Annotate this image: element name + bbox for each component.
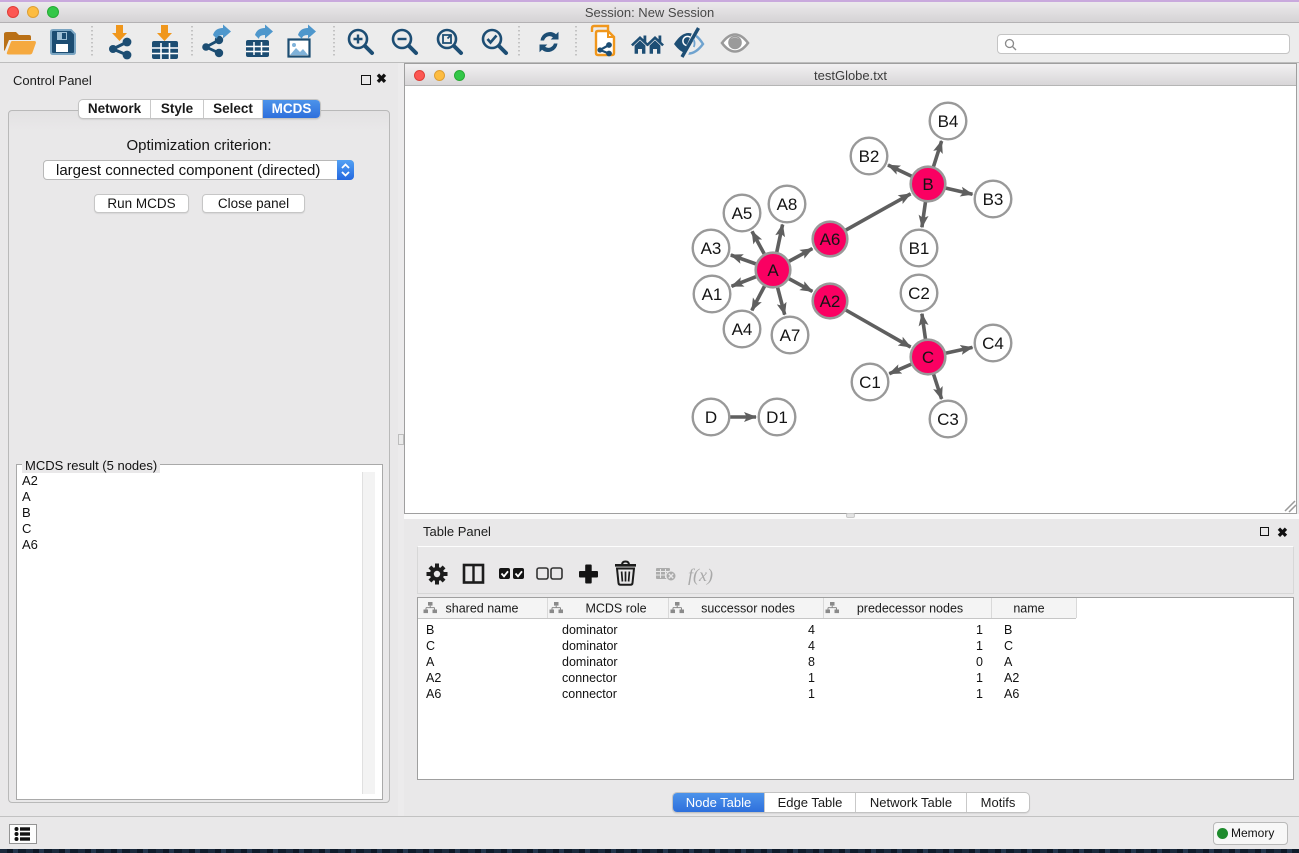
svg-text:C: C [426, 639, 435, 653]
svg-text:4: 4 [808, 639, 815, 653]
svg-text:A6: A6 [426, 687, 441, 701]
svg-text:1: 1 [808, 687, 815, 701]
svg-text:B2: B2 [859, 147, 880, 166]
svg-text:A2: A2 [426, 671, 441, 685]
svg-text:connector: connector [562, 671, 617, 685]
svg-text:1: 1 [808, 671, 815, 685]
svg-text:8: 8 [808, 655, 815, 669]
svg-text:A: A [426, 655, 435, 669]
svg-text:1: 1 [976, 639, 983, 653]
svg-text:f(x): f(x) [688, 565, 713, 586]
svg-text:C: C [1004, 639, 1013, 653]
svg-text:A: A [767, 261, 779, 280]
svg-text:C2: C2 [908, 284, 930, 303]
svg-text:predecessor nodes: predecessor nodes [857, 602, 963, 616]
svg-text:name: name [1013, 602, 1044, 616]
svg-text:B: B [922, 175, 933, 194]
svg-text:B1: B1 [909, 239, 930, 258]
svg-text:B4: B4 [938, 112, 959, 131]
svg-text:dominator: dominator [562, 655, 618, 669]
svg-text:D1: D1 [766, 408, 788, 427]
svg-text:B3: B3 [983, 190, 1004, 209]
svg-text:B: B [1004, 623, 1012, 637]
svg-text:connector: connector [562, 687, 617, 701]
svg-text:A2: A2 [820, 292, 841, 311]
svg-text:shared name: shared name [446, 602, 519, 616]
svg-text:A6: A6 [820, 230, 841, 249]
svg-text:1: 1 [976, 687, 983, 701]
svg-text:MCDS role: MCDS role [585, 602, 646, 616]
svg-text:C3: C3 [937, 410, 959, 429]
svg-text:dominator: dominator [562, 623, 618, 637]
svg-text:successor nodes: successor nodes [701, 602, 795, 616]
svg-text:A5: A5 [732, 204, 753, 223]
svg-text:A2: A2 [1004, 671, 1019, 685]
svg-text:A7: A7 [780, 326, 801, 345]
svg-text:1: 1 [976, 623, 983, 637]
svg-text:A: A [1004, 655, 1013, 669]
svg-text:A1: A1 [702, 285, 723, 304]
svg-text:0: 0 [976, 655, 983, 669]
svg-text:C: C [922, 348, 934, 367]
svg-text:A4: A4 [732, 320, 753, 339]
svg-text:B: B [426, 623, 434, 637]
svg-text:dominator: dominator [562, 639, 618, 653]
svg-text:A3: A3 [701, 239, 722, 258]
svg-text:A8: A8 [777, 195, 798, 214]
svg-text:D: D [705, 408, 717, 427]
svg-text:A6: A6 [1004, 687, 1019, 701]
svg-text:4: 4 [808, 623, 815, 637]
svg-text:C1: C1 [859, 373, 881, 392]
svg-text:C4: C4 [982, 334, 1004, 353]
svg-text:1: 1 [976, 671, 983, 685]
